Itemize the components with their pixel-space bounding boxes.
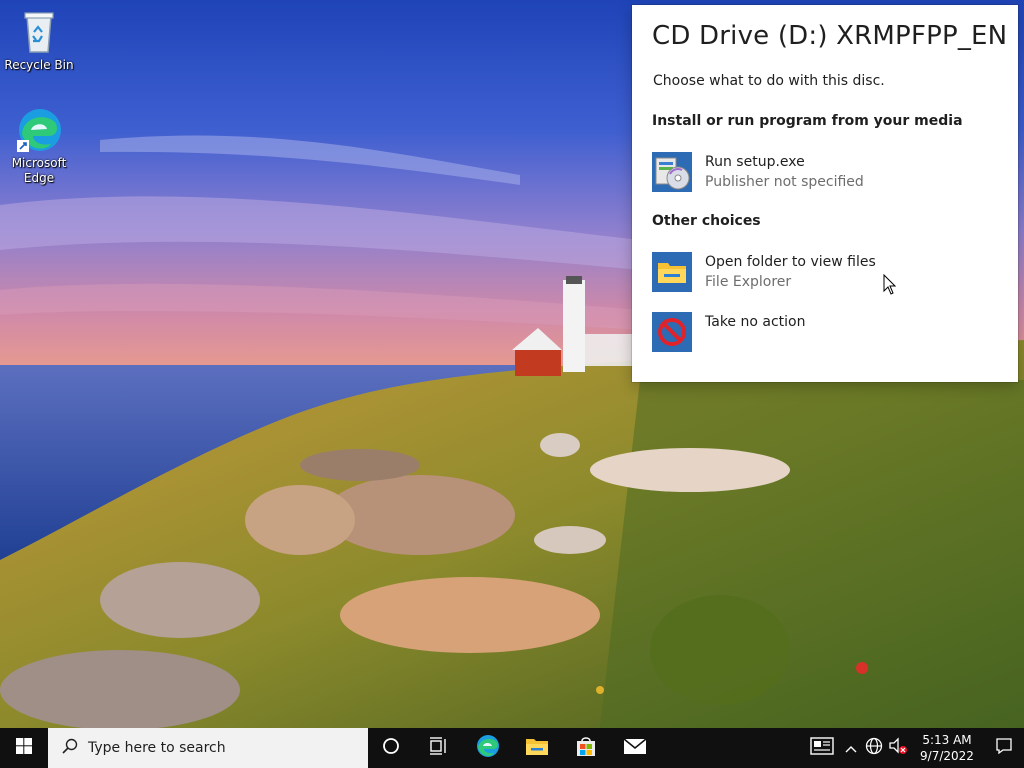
option-open-folder-sublabel: File Explorer	[705, 274, 792, 290]
system-tray: 5:13 AM 9/7/2022	[804, 728, 1024, 768]
store-icon	[575, 735, 597, 761]
option-open-folder[interactable]: Open folder to view files File Explorer	[652, 252, 998, 296]
option-open-folder-label: Open folder to view files	[705, 254, 876, 270]
taskbar-file-explorer-button[interactable]	[512, 728, 561, 768]
news-widget-icon	[810, 737, 834, 759]
cortana-button[interactable]	[368, 728, 414, 768]
taskbar: Type here to search 5:13 AM 9/7/2022	[0, 728, 1024, 768]
option-run-setup-sublabel: Publisher not specified	[705, 174, 864, 190]
mail-icon	[622, 737, 647, 759]
mouse-pointer-icon	[883, 273, 897, 300]
option-run-setup[interactable]: Run setup.exe Publisher not specified	[652, 152, 998, 196]
recycle-bin-icon	[15, 8, 63, 56]
autoplay-title: CD Drive (D:) XRMPFPP_EN	[652, 21, 1008, 51]
desktop-icon-recycle-bin[interactable]: Recycle Bin	[1, 8, 77, 73]
autoplay-panel: CD Drive (D:) XRMPFPP_EN Choose what to …	[632, 5, 1018, 382]
taskbar-search-box[interactable]: Type here to search	[48, 728, 368, 768]
windows-logo-icon	[16, 738, 32, 758]
start-button[interactable]	[0, 728, 48, 768]
volume-button[interactable]	[886, 728, 910, 768]
no-action-icon	[652, 312, 692, 352]
option-run-setup-label: Run setup.exe	[705, 154, 805, 170]
network-button[interactable]	[862, 728, 886, 768]
option-take-no-action-label: Take no action	[705, 314, 806, 330]
taskbar-store-button[interactable]	[561, 728, 610, 768]
search-placeholder: Type here to search	[88, 740, 226, 756]
taskbar-mail-button[interactable]	[610, 728, 659, 768]
setup-installer-icon	[652, 152, 692, 192]
notification-icon	[995, 737, 1013, 759]
action-center-button[interactable]	[984, 728, 1024, 768]
search-icon	[62, 738, 78, 758]
edge-label: Microsoft Edge	[11, 156, 67, 185]
recycle-bin-label: Recycle Bin	[4, 58, 74, 72]
news-widget-button[interactable]	[804, 728, 840, 768]
option-take-no-action[interactable]: Take no action	[652, 312, 998, 356]
edge-icon	[15, 106, 63, 154]
cortana-icon	[382, 737, 400, 759]
taskbar-edge-button[interactable]	[463, 728, 512, 768]
clock-date: 9/7/2022	[920, 749, 974, 763]
file-explorer-icon	[525, 736, 549, 760]
autoplay-subtitle: Choose what to do with this disc.	[653, 73, 885, 89]
desktop-icon-microsoft-edge[interactable]: Microsoft Edge	[1, 106, 77, 186]
clock[interactable]: 5:13 AM 9/7/2022	[910, 728, 984, 768]
edge-icon	[476, 734, 500, 762]
task-view-button[interactable]	[414, 728, 463, 768]
clock-time: 5:13 AM	[922, 733, 972, 747]
show-hidden-icons-button[interactable]	[840, 728, 862, 768]
task-view-icon	[429, 737, 449, 759]
section-other-heading: Other choices	[652, 213, 761, 229]
network-icon	[865, 737, 883, 759]
volume-muted-icon	[888, 737, 908, 759]
chevron-up-icon	[845, 739, 857, 758]
file-explorer-folder-icon	[652, 252, 692, 292]
section-install-heading: Install or run program from your media	[652, 113, 963, 129]
